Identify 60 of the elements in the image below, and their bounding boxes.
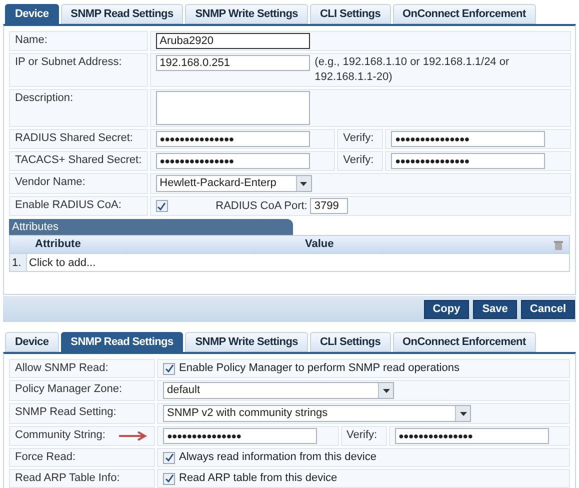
checkbox-label: Enable Policy Manager to perform SNMP read operations [179, 361, 460, 376]
add-row-link[interactable]: Click to add... [27, 254, 98, 271]
tab[interactable]: SNMP Write Settings [185, 4, 308, 24]
caret-icon [455, 406, 470, 421]
dropdown[interactable]: SNMP v2 with community strings [163, 405, 471, 422]
field-label: SNMP Read Setting: [15, 406, 116, 418]
tab[interactable]: OnConnect Enforcement [392, 332, 536, 352]
password-field[interactable]: ●●●●●●●●●●●●●●● [156, 153, 310, 169]
dropdown[interactable]: default [163, 382, 394, 399]
tab[interactable]: SNMP Read Settings [60, 332, 184, 352]
password-field[interactable]: ●●●●●●●●●●●●●●● [391, 153, 546, 169]
field-label: Community String: [15, 429, 106, 441]
password-field[interactable]: ●●●●●●●●●●●●●●● [391, 131, 546, 147]
checkbox[interactable] [156, 200, 168, 212]
field-label: Force Read: [15, 451, 76, 463]
field-label: IP or Subnet Address: [15, 56, 122, 68]
tab[interactable]: SNMP Write Settings [185, 332, 308, 352]
column-header: Value [304, 237, 335, 252]
field-label: Vendor Name: [15, 176, 86, 188]
action-button[interactable]: Save [473, 300, 517, 318]
field-label: Read ARP Table Info: [15, 472, 120, 484]
dropdown[interactable]: Hewlett-Packard-Enterp [156, 175, 312, 192]
field-label: Name: [15, 34, 48, 46]
password-field[interactable]: ●●●●●●●●●●●●●●● [156, 131, 310, 147]
arrow-icon [118, 431, 148, 441]
hint-text: (e.g., 192.168.1.10 or 192.168.1.1/24 or 192.168.1.1-20) [314, 55, 510, 85]
text-field[interactable]: Aruba2920 [156, 33, 310, 49]
row-number: 1. [10, 254, 27, 271]
field-label: Verify: [343, 154, 374, 166]
section-header: Attributes [9, 219, 293, 235]
field-label: Description: [15, 92, 74, 104]
caret-icon [378, 383, 393, 398]
field-label: Enable RADIUS CoA: [15, 199, 122, 211]
field-label: TACACS+ Shared Secret: [15, 154, 142, 166]
tab[interactable]: CLI Settings [310, 332, 391, 352]
checkbox-label: Always read information from this device [179, 450, 376, 465]
text-field[interactable]: 192.168.0.251 [156, 55, 310, 71]
password-field[interactable]: ●●●●●●●●●●●●●●● [163, 428, 317, 444]
action-button[interactable]: Copy [424, 300, 470, 318]
field-label: Verify: [346, 429, 378, 441]
caret-icon [296, 176, 311, 191]
checkbox[interactable] [163, 452, 175, 464]
field-label: RADIUS Shared Secret: [15, 132, 133, 144]
checkbox[interactable] [163, 472, 175, 484]
port-field[interactable]: 3799 [310, 198, 348, 214]
tab[interactable]: OnConnect Enforcement [392, 4, 536, 24]
checkbox[interactable] [163, 362, 175, 374]
description-field[interactable] [156, 91, 310, 125]
tab[interactable]: SNMP Read Settings [60, 4, 184, 24]
column-header: Attribute [34, 237, 82, 252]
checkbox-label: Read ARP table from this device [179, 471, 338, 486]
field-label: Policy Manager Zone: [15, 383, 122, 395]
tab[interactable]: CLI Settings [310, 4, 391, 24]
tab[interactable]: Device [5, 332, 59, 352]
field-label: Allow SNMP Read: [15, 362, 108, 374]
tab[interactable]: Device [5, 4, 59, 24]
field-label: Verify: [343, 132, 374, 144]
password-field[interactable]: ●●●●●●●●●●●●●●● [394, 428, 548, 444]
field-label: RADIUS CoA Port: [216, 198, 308, 214]
action-button[interactable]: Cancel [520, 300, 575, 318]
